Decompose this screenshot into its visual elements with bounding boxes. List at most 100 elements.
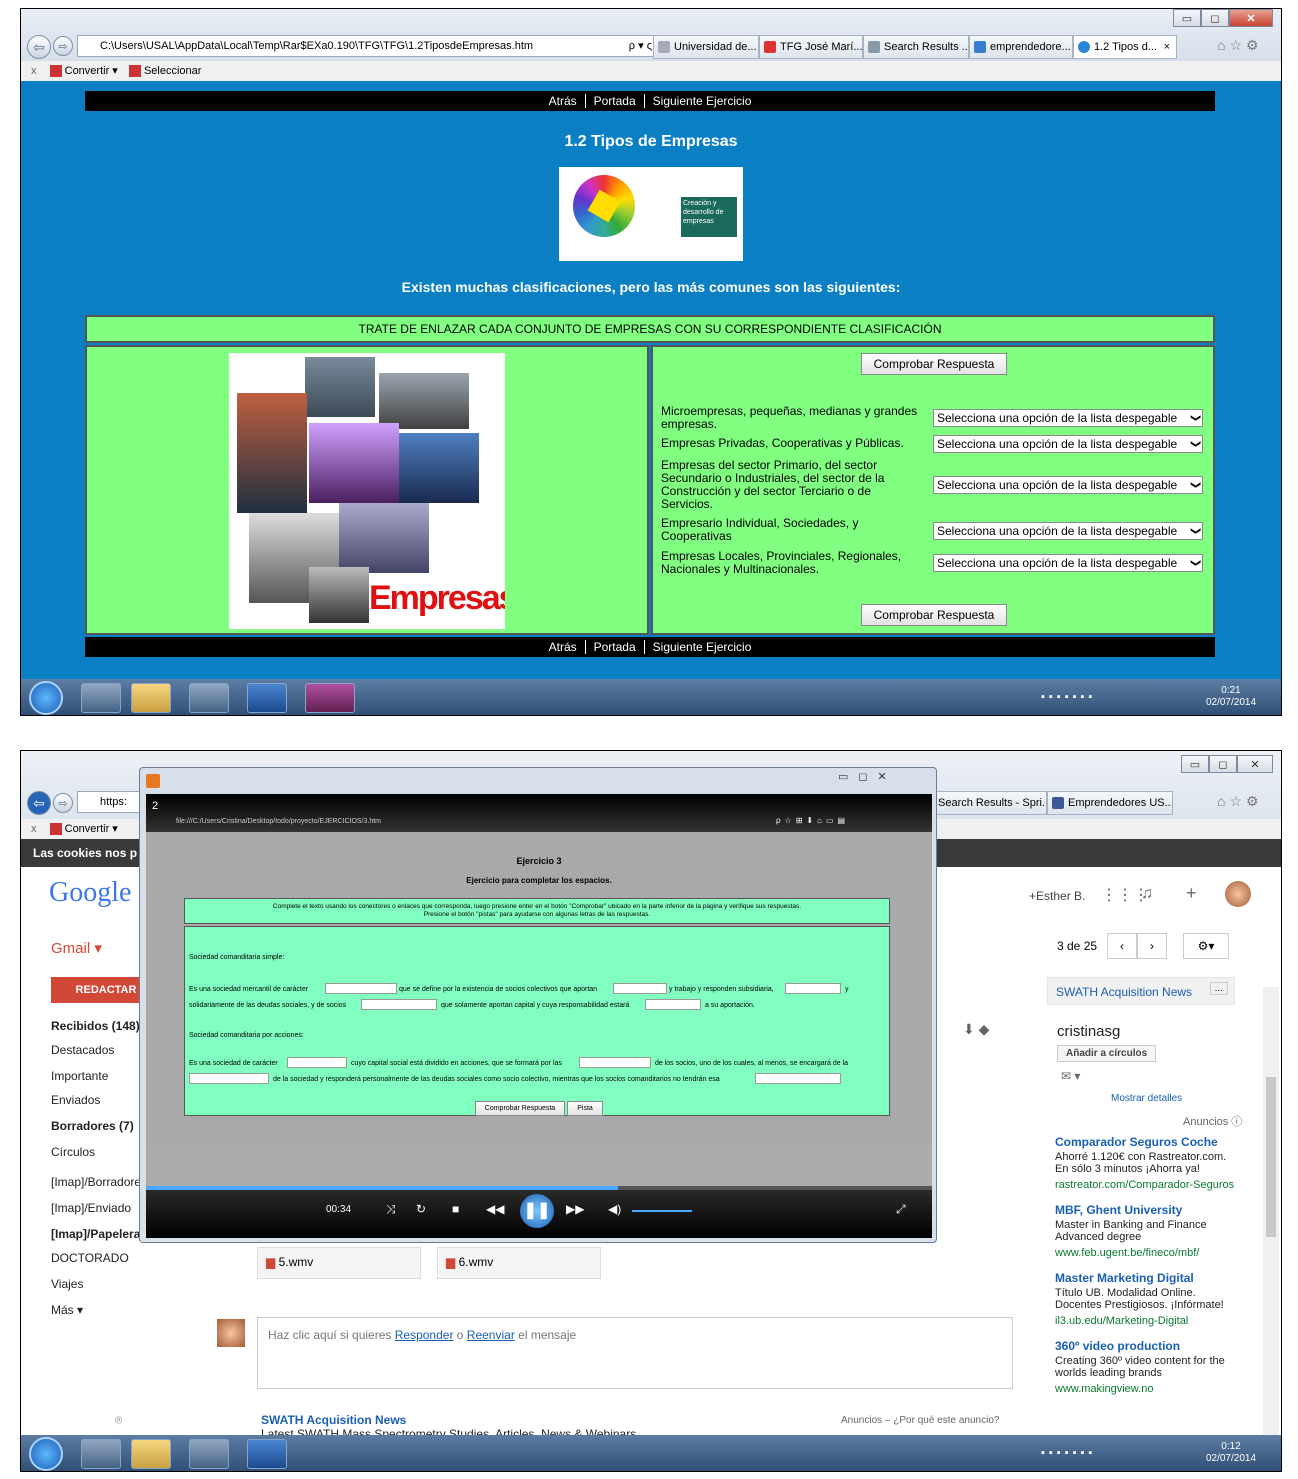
folder-doctorado[interactable]: DOCTORADO [51,1251,129,1265]
media-taskbar-icon[interactable] [189,683,229,713]
folder-starred[interactable]: Destacados [51,1043,114,1057]
folder-sent[interactable]: Enviados [51,1093,100,1107]
folder-imap-drafts[interactable]: [Imap]/Borradore [51,1175,141,1189]
exercise-hint-button[interactable]: Pista [567,1101,603,1116]
show-details-link[interactable]: Mostrar detalles [1111,1093,1182,1104]
ie-taskbar-icon[interactable] [81,1439,121,1469]
tab-tfg[interactable]: TFG José Marí... [759,35,863,59]
attachment-6[interactable]: ▆ 6.wmv [437,1247,601,1279]
close-cmdbar-icon[interactable]: x [31,65,37,77]
folder-imap-trash[interactable]: [Imap]/Papelera [51,1227,140,1241]
download-icon[interactable]: ⬇ ◆ [963,1021,989,1038]
search-refresh-icon[interactable]: ρ ▾ ς [628,36,652,56]
forward-link[interactable]: Reenviar [467,1328,515,1342]
ads-label[interactable]: Anuncios ⓘ [1183,1113,1242,1129]
gmail-menu[interactable]: Gmail ▾ [51,939,102,957]
folder-viajes[interactable]: Viajes [51,1277,83,1291]
close-icon[interactable]: ✕ [1229,9,1273,27]
blank-3[interactable] [785,983,841,994]
fast-forward-icon[interactable]: ▶▶ [566,1202,584,1216]
tab-emprendedores[interactable]: emprendedore... [969,35,1073,59]
contact-card-more-button[interactable]: ... [1209,982,1228,995]
reply-link[interactable]: Responder [395,1328,454,1342]
folder-imap-sent[interactable]: [Imap]/Enviado [51,1201,131,1215]
convert-button[interactable]: Convertir [65,65,110,77]
user-name[interactable]: +Esther B. [1029,889,1085,903]
blank-7[interactable] [579,1057,651,1068]
scrollbar[interactable] [1263,987,1279,1467]
tab-universidad[interactable]: Universidad de... [653,35,759,59]
start-button[interactable] [29,1437,63,1471]
mail-icon[interactable]: ✉ ▾ [1061,1069,1080,1083]
ad-1-title[interactable]: Comparador Seguros Coche [1055,1135,1218,1149]
answer-select-1[interactable]: Selecciona una opción de la lista despeg… [933,409,1203,427]
ad-2-title[interactable]: MBF, Ghent University [1055,1203,1182,1217]
tab-search-results-spri[interactable]: Search Results - Spri... [933,791,1047,815]
prev-email-button[interactable]: ‹ [1107,933,1137,959]
taskbar-clock[interactable]: 0:12 02/07/2014 [1201,1441,1261,1465]
stop-icon[interactable]: ■ [452,1202,459,1216]
gmail-back-button[interactable]: ⇦ [27,791,51,815]
nav-next-link[interactable]: Siguiente Ejercicio [645,94,760,108]
bottom-sender[interactable]: SWATH Acquisition News [261,1413,406,1427]
select-button[interactable]: Seleccionar [144,65,201,77]
tab-emprendedores-us[interactable]: Emprendedores US... [1047,791,1173,815]
volume-icon[interactable]: ◀) [608,1202,621,1216]
answer-select-2[interactable]: Selecciona una opción de la lista despeg… [933,435,1203,453]
tab-tipos-active[interactable]: 1.2 Tipos d... × [1073,35,1177,59]
blank-6[interactable] [287,1057,347,1068]
answer-select-5[interactable]: Selecciona una opción de la lista despeg… [933,554,1203,572]
reply-box[interactable]: Haz clic aquí si quieres Responder o Ree… [257,1317,1013,1389]
maximize-icon[interactable]: ◻ [1201,9,1229,27]
nav-cover-link[interactable]: Portada [586,94,645,108]
word-taskbar-icon[interactable] [247,683,287,713]
add-to-circles-button[interactable]: Añadir a círculos [1057,1045,1157,1062]
nav-next-link-bottom[interactable]: Siguiente Ejercicio [645,640,760,654]
home-star-gear-icons[interactable]: ⌂☆⚙ [1217,793,1263,810]
maximize-icon[interactable]: ◻ [1209,755,1237,773]
gmail-forward-button[interactable]: ⇨ [53,793,73,813]
exercise-check-button[interactable]: Comprobar Respuesta [475,1101,565,1116]
shuffle-icon[interactable]: ⤨ [386,1202,396,1217]
tab-search-results[interactable]: Search Results ... [863,35,969,59]
explorer-taskbar-icon[interactable] [131,683,171,713]
check-answer-button-top[interactable]: Comprobar Respuesta [861,353,1007,375]
attachment-5[interactable]: ▆ 5.wmv [257,1247,421,1279]
word-taskbar-icon[interactable] [247,1439,287,1469]
taskbar-clock[interactable]: 0:21 02/07/2014 [1201,685,1261,709]
share-plus-icon[interactable]: + [1186,883,1197,904]
ad-3-url[interactable]: il3.ub.edu/Marketing-Digital [1055,1315,1188,1327]
scrollbar-thumb[interactable] [1266,1077,1276,1237]
ad-4-title[interactable]: 360º video production [1055,1339,1180,1353]
pause-button[interactable]: ❚❚ [520,1194,554,1228]
ie-taskbar-icon[interactable] [81,683,121,713]
settings-gear-icon[interactable]: ⚙▾ [1183,933,1229,959]
convert-button[interactable]: Convertir [65,823,110,835]
check-answer-button-bottom[interactable]: Comprobar Respuesta [861,604,1007,626]
avatar[interactable] [1225,881,1251,907]
repeat-icon[interactable]: ↻ [416,1202,426,1216]
system-tray-icons[interactable]: ▪▪▪▪▪▪▪ [1041,1447,1096,1459]
folder-important[interactable]: Importante [51,1069,108,1083]
answer-select-3[interactable]: Selecciona una opción de la lista despeg… [933,476,1203,494]
ad-2-url[interactable]: www.feb.ugent.be/fineco/mbf/ [1055,1247,1199,1259]
media-taskbar-icon[interactable] [189,1439,229,1469]
ad-4-url[interactable]: www.makingview.no [1055,1383,1153,1395]
close-cmdbar-icon[interactable]: x [31,823,37,835]
gmail-address-bar[interactable]: https: [77,791,147,813]
next-email-button[interactable]: › [1137,933,1167,959]
bottom-ads-label[interactable]: Anuncios – ¿Por qué este anuncio? [841,1415,999,1426]
folder-circles[interactable]: Círculos [51,1145,95,1159]
blank-4[interactable] [361,999,437,1010]
nav-back-link-bottom[interactable]: Atrás [541,640,586,654]
player-controls-win[interactable]: ▭◻✕ [838,770,897,783]
volume-slider[interactable] [632,1210,692,1212]
blank-5[interactable] [645,999,701,1010]
explorer-taskbar-icon[interactable] [131,1439,171,1469]
chat-icon[interactable]: ⌾ [115,1413,122,1428]
winrar-taskbar-icon[interactable] [305,683,355,713]
notifications-bell-icon[interactable]: ♫ [1141,885,1153,903]
close-icon[interactable]: ✕ [1237,755,1273,773]
folder-inbox[interactable]: Recibidos (148) [51,1019,140,1033]
folder-more[interactable]: Más ▾ [51,1303,83,1317]
